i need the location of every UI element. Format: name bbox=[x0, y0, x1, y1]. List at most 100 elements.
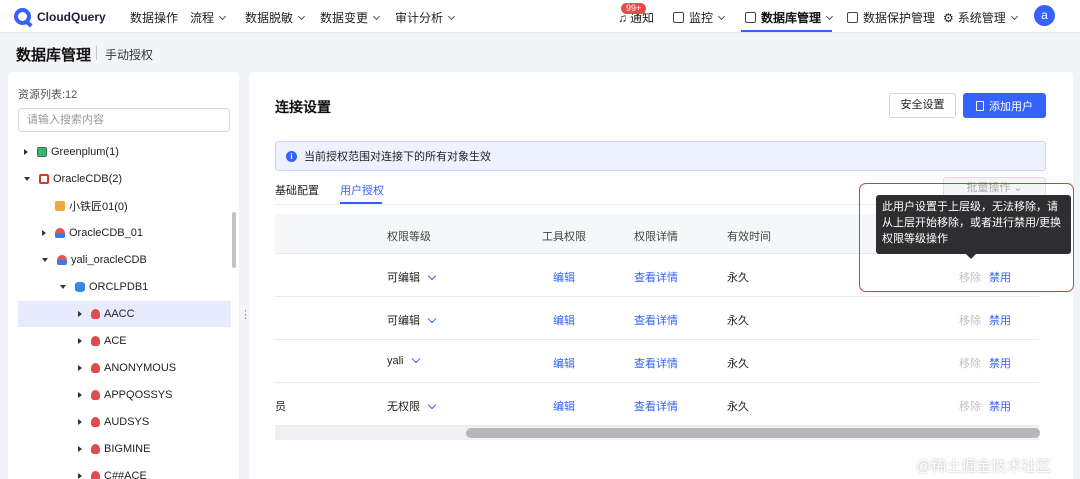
remove-button[interactable]: 移除 bbox=[959, 398, 981, 414]
nav-audit-analysis[interactable]: 审计分析 bbox=[395, 9, 456, 26]
expand-arrow-icon[interactable] bbox=[78, 311, 82, 317]
tree-item[interactable]: 小铁匠01(0) bbox=[18, 193, 231, 219]
nav-monitor[interactable]: 监控 bbox=[673, 9, 726, 26]
disable-button[interactable]: 禁用 bbox=[989, 398, 1011, 414]
permission-level-select[interactable]: 可编辑 bbox=[387, 269, 437, 285]
tree-item[interactable]: ORCLPDB1 bbox=[18, 274, 231, 300]
tab-basic-config[interactable]: 基础配置 bbox=[275, 182, 319, 198]
permission-level-select[interactable]: yali bbox=[387, 354, 420, 367]
column-header: 工具权限 bbox=[542, 231, 586, 243]
cloudquery-logo-icon bbox=[14, 8, 31, 25]
tree-item[interactable]: BIGMINE bbox=[18, 436, 231, 462]
user-icon bbox=[91, 336, 100, 346]
chevron-down-icon bbox=[372, 12, 381, 20]
security-settings-button[interactable]: 安全设置 bbox=[889, 93, 956, 118]
disable-button[interactable]: 禁用 bbox=[989, 355, 1011, 371]
view-details-link[interactable]: 查看详情 bbox=[634, 269, 678, 285]
info-icon: i bbox=[286, 150, 297, 162]
expand-arrow-icon[interactable] bbox=[78, 419, 82, 425]
tree-item[interactable]: Greenplum(1) bbox=[18, 139, 231, 165]
nav-data-masking[interactable]: 数据脱敏 bbox=[245, 9, 306, 26]
nav-process[interactable]: 流程 bbox=[190, 9, 227, 26]
add-user-button[interactable]: 添加用户 bbox=[963, 93, 1046, 118]
top-nav-bar: CloudQuery 数据操作 流程 数据脱敏 数据变更 审计分析 ♫ 通知 9… bbox=[0, 0, 1080, 33]
app-name: CloudQuery bbox=[37, 9, 106, 24]
edit-tool-link[interactable]: 编辑 bbox=[553, 398, 575, 414]
disable-button[interactable]: 禁用 bbox=[989, 269, 1011, 285]
avatar[interactable]: a bbox=[1034, 5, 1055, 26]
valid-time: 永久 bbox=[727, 358, 749, 370]
app-logo[interactable]: CloudQuery bbox=[14, 8, 106, 25]
disable-button[interactable]: 禁用 bbox=[989, 312, 1011, 328]
resource-search-input[interactable]: 请输入搜索内容 bbox=[18, 108, 230, 132]
nav-db-management[interactable]: 数据库管理 bbox=[745, 9, 834, 26]
database-icon bbox=[745, 12, 756, 23]
edit-tool-link[interactable]: 编辑 bbox=[553, 312, 575, 328]
permission-level-select[interactable]: 可编辑 bbox=[387, 312, 437, 328]
table-row: yali 编辑 查看详情 永久 移除 禁用 bbox=[275, 340, 1039, 383]
edit-tool-link[interactable]: 编辑 bbox=[553, 269, 575, 285]
tree-item[interactable]: yali_oracleCDB bbox=[18, 247, 231, 273]
gear-icon: ⚙ bbox=[943, 10, 954, 25]
tab-user-authorization[interactable]: 用户授权 bbox=[340, 182, 384, 198]
collapse-arrow-icon[interactable] bbox=[42, 258, 48, 262]
edit-tool-link[interactable]: 编辑 bbox=[553, 355, 575, 371]
table-row: 可编辑 编辑 查看详情 永久 移除 禁用 bbox=[275, 297, 1039, 340]
expand-arrow-icon[interactable] bbox=[78, 446, 82, 452]
tree-item[interactable]: OracleCDB_01 bbox=[18, 220, 231, 246]
database-connection-icon bbox=[57, 255, 67, 265]
column-header: 有效时间 bbox=[727, 231, 771, 243]
table-horizontal-scrollbar[interactable] bbox=[466, 428, 1040, 438]
user-icon bbox=[91, 471, 100, 479]
page-title: 数据库管理 bbox=[16, 47, 92, 64]
watermark: @稀土掘金技术社区 bbox=[916, 458, 1052, 475]
tree-item[interactable]: AUDSYS bbox=[18, 409, 231, 435]
chevron-down-icon bbox=[411, 354, 420, 364]
nav-data-protection[interactable]: 数据保护管理 bbox=[847, 9, 935, 26]
valid-time: 永久 bbox=[727, 401, 749, 413]
tree-item-selected[interactable]: AACC bbox=[18, 301, 231, 327]
tree-item[interactable]: ACE bbox=[18, 328, 231, 354]
remove-button[interactable]: 移除 bbox=[959, 355, 981, 371]
user-icon bbox=[91, 363, 100, 373]
remove-button[interactable]: 移除 bbox=[959, 312, 981, 328]
expand-arrow-icon[interactable] bbox=[78, 392, 82, 398]
database-connection-icon bbox=[55, 228, 65, 238]
chevron-down-icon bbox=[447, 12, 456, 20]
breadcrumb-current: 手动授权 bbox=[105, 48, 154, 62]
tree-item[interactable]: OracleCDB(2) bbox=[18, 166, 231, 192]
tree-scrollbar[interactable] bbox=[232, 212, 236, 268]
remove-button[interactable]: 移除 bbox=[959, 269, 981, 285]
expand-arrow-icon[interactable] bbox=[78, 473, 82, 479]
nav-data-ops[interactable]: 数据操作 bbox=[130, 9, 178, 26]
view-details-link[interactable]: 查看详情 bbox=[634, 355, 678, 371]
section-title: 连接设置 bbox=[275, 99, 331, 115]
expand-arrow-icon[interactable] bbox=[42, 230, 46, 236]
resource-panel: 资源列表:12 请输入搜索内容 Greenplum(1) OracleCDB(2… bbox=[8, 72, 239, 479]
expand-arrow-icon[interactable] bbox=[24, 149, 28, 155]
chevron-down-icon bbox=[218, 12, 227, 20]
database-icon bbox=[75, 282, 85, 292]
resource-count: 资源列表:12 bbox=[18, 89, 78, 101]
chevron-down-icon bbox=[297, 12, 306, 20]
shield-icon bbox=[847, 12, 858, 23]
tree-item[interactable]: C##ACE bbox=[18, 463, 231, 479]
nav-system-management[interactable]: ⚙ 系统管理 bbox=[943, 9, 1018, 26]
row-user-name: 员 bbox=[275, 401, 286, 413]
view-details-link[interactable]: 查看详情 bbox=[634, 398, 678, 414]
expand-arrow-icon[interactable] bbox=[78, 365, 82, 371]
view-details-link[interactable]: 查看详情 bbox=[634, 312, 678, 328]
nav-data-change[interactable]: 数据变更 bbox=[320, 9, 381, 26]
tree-item[interactable]: ANONYMOUS bbox=[18, 355, 231, 381]
collapse-arrow-icon[interactable] bbox=[60, 285, 66, 289]
monitor-icon bbox=[673, 12, 684, 23]
greenplum-icon bbox=[37, 147, 47, 157]
chevron-down-icon bbox=[825, 12, 834, 20]
tree-item[interactable]: APPQOSSYS bbox=[18, 382, 231, 408]
chevron-down-icon bbox=[717, 12, 726, 20]
permission-level-select[interactable]: 无权限 bbox=[387, 398, 437, 414]
collapse-arrow-icon[interactable] bbox=[24, 177, 30, 181]
info-alert: i 当前授权范围对连接下的所有对象生效 bbox=[275, 141, 1046, 171]
valid-time: 永久 bbox=[727, 315, 749, 327]
expand-arrow-icon[interactable] bbox=[78, 338, 82, 344]
